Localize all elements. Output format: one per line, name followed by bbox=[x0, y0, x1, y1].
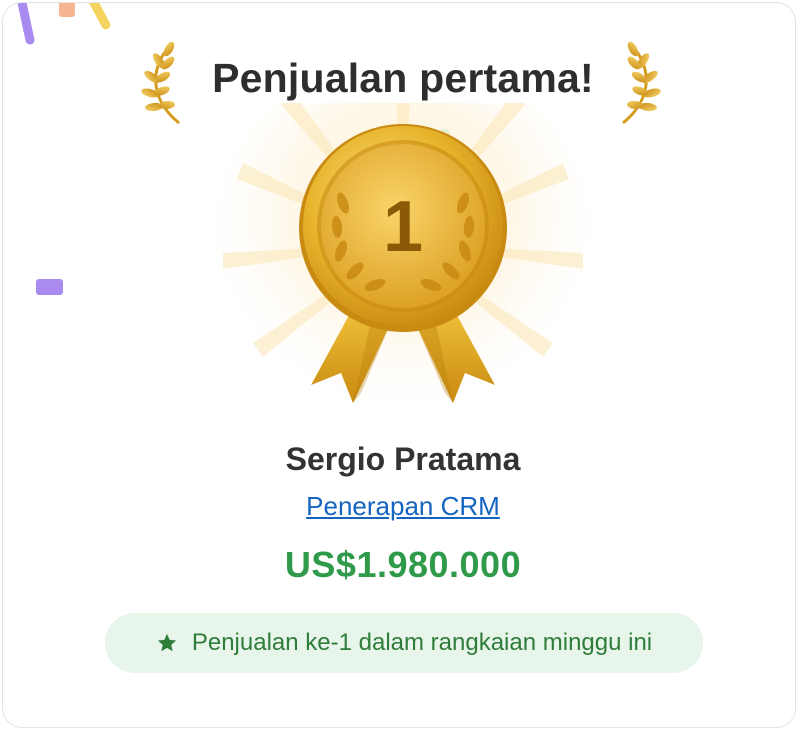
achievement-card: Penjualan pertama! 1 Sergio Pratama Pene… bbox=[2, 2, 796, 728]
confetti-piece bbox=[59, 3, 75, 17]
gold-medal-icon: 1 bbox=[213, 103, 593, 423]
streak-badge: Penjualan ke-1 dalam rangkaian minggu in… bbox=[105, 613, 703, 673]
medal-rank: 1 bbox=[383, 187, 423, 267]
page-title: Penjualan pertama! bbox=[212, 55, 594, 101]
confetti-piece bbox=[87, 3, 112, 32]
confetti-piece bbox=[36, 279, 63, 295]
seller-name: Sergio Pratama bbox=[285, 441, 521, 477]
streak-message: Penjualan ke-1 dalam rangkaian minggu in… bbox=[191, 629, 653, 656]
deal-link[interactable]: Penerapan CRM bbox=[3, 491, 795, 522]
star-icon bbox=[156, 632, 178, 654]
deal-amount: US$1.980.000 bbox=[284, 544, 522, 585]
confetti-piece bbox=[15, 3, 36, 46]
